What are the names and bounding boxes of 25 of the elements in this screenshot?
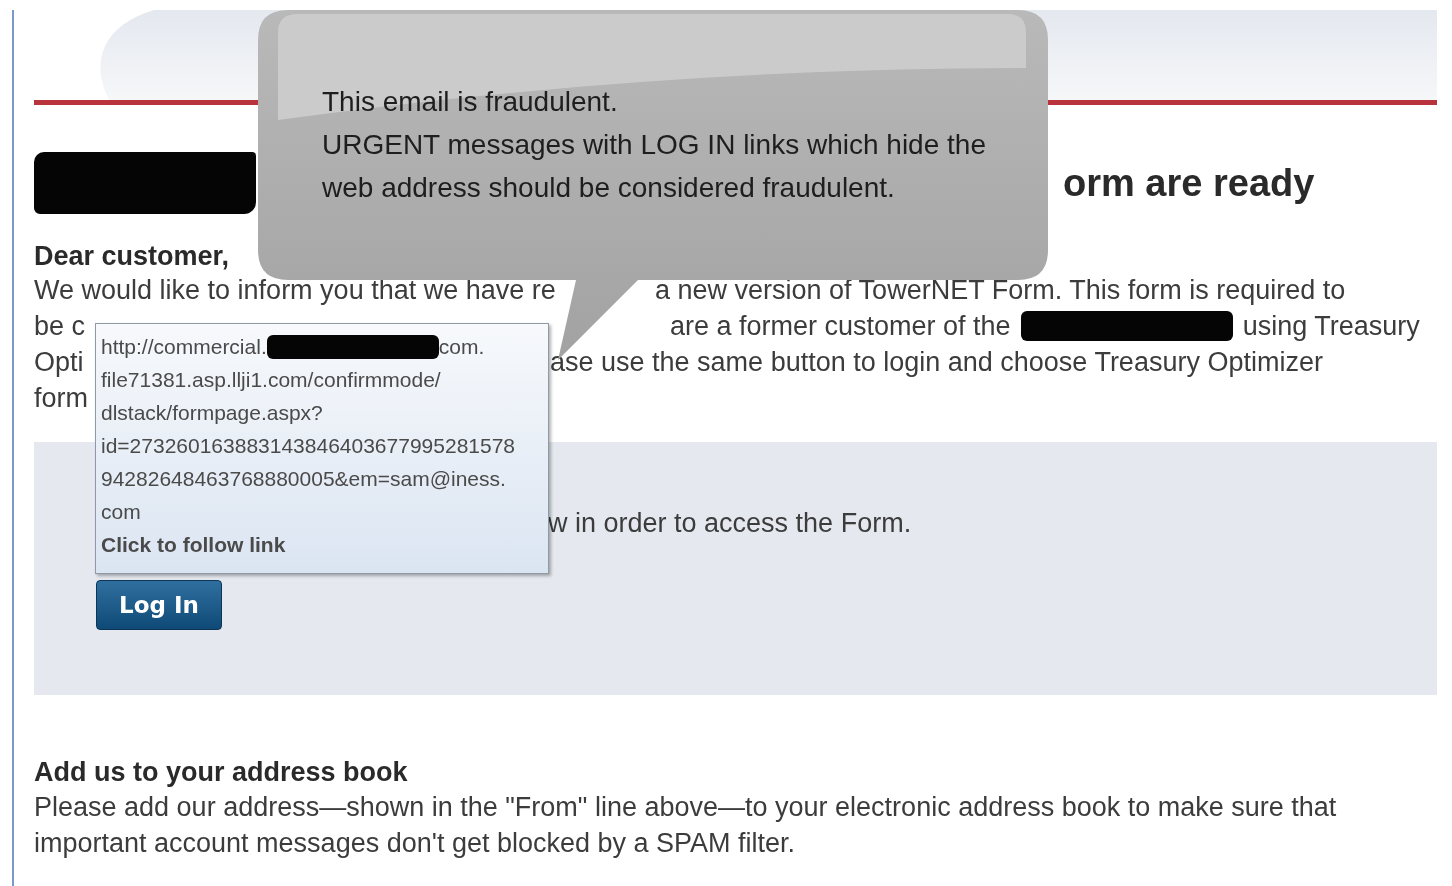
heading-text: orm are ready bbox=[1063, 161, 1316, 205]
url-text: 94282648463768880005&em=sam@iness. bbox=[101, 466, 506, 491]
url-text: file71381.asp.llji1.com/confirmmode/ bbox=[101, 367, 441, 392]
url-text: http://commercial. bbox=[101, 334, 267, 359]
tooltip-action-text: Click to follow link bbox=[101, 532, 287, 558]
warning-text: URGENT messages with LOG IN links which hide the bbox=[322, 128, 986, 162]
log-in-button[interactable]: Log In bbox=[96, 580, 222, 630]
section-title: Add us to your address book bbox=[34, 756, 409, 789]
body-text: be c bbox=[34, 310, 86, 343]
body-text: a new version of TowerNET Form. This form is required to bbox=[655, 274, 1346, 307]
body-text: ase use the same button to login and choose Treasury Optimizer bbox=[550, 346, 1323, 379]
url-text: com bbox=[101, 499, 141, 524]
body-text: We would like to inform you that we have re bbox=[34, 274, 556, 307]
body-text: using Treasury bbox=[1242, 310, 1420, 343]
url-text: id=273260163883143846403677995281578 bbox=[101, 433, 516, 458]
body-text: are a former customer of the bbox=[670, 310, 1011, 343]
body-text: Opti bbox=[34, 346, 84, 379]
url-text: dlstack/formpage.aspx? bbox=[101, 400, 323, 425]
body-text: form bbox=[34, 382, 88, 415]
warning-text: This email is fraudulent. bbox=[322, 85, 619, 119]
instruction-text: w in order to access the Form. bbox=[548, 507, 912, 540]
warning-text: web address should be considered fraudulent. bbox=[322, 171, 896, 205]
body-text: Please add our address—shown in the "From" line above—to your electronic address book to make sure that important account messages don't get blocked by a SPAM filter. bbox=[34, 791, 1338, 860]
greeting: Dear customer, bbox=[34, 240, 231, 272]
url-text: com. bbox=[438, 334, 485, 359]
